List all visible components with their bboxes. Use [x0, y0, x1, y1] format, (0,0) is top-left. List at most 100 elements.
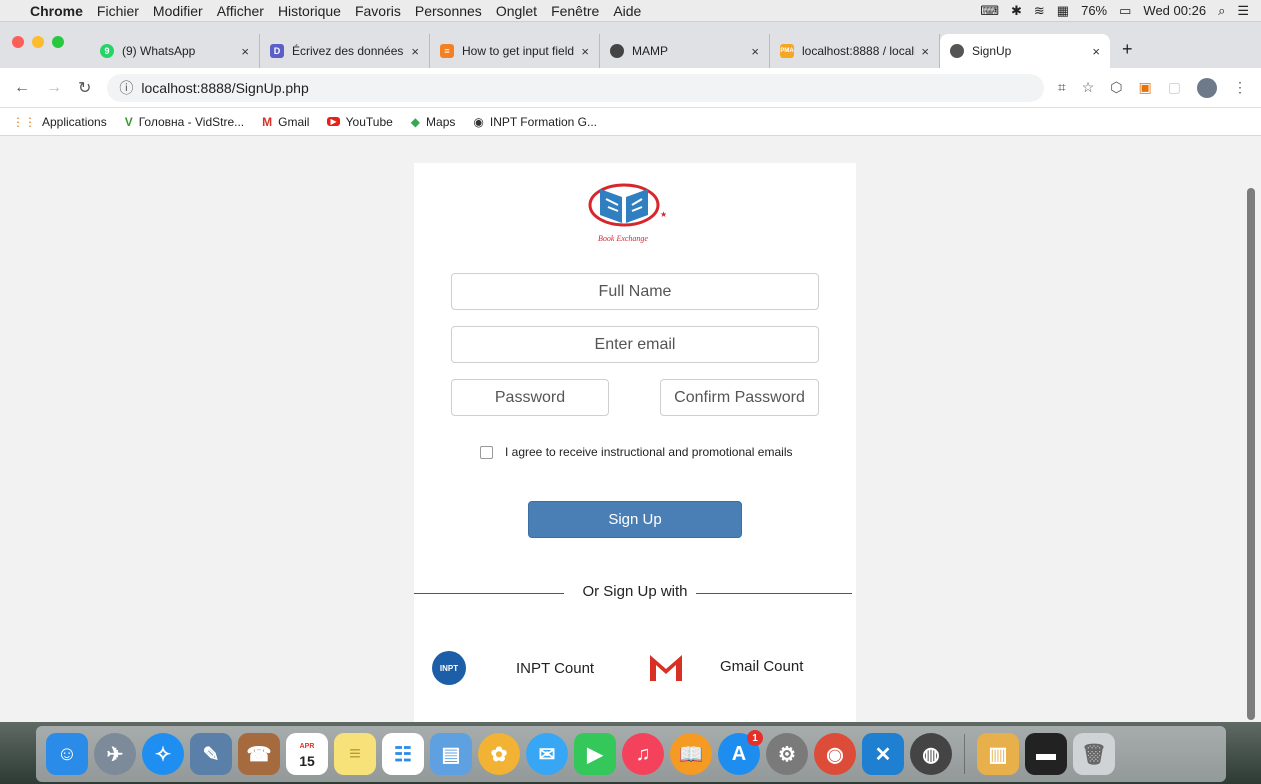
chrome-icon[interactable]: ◉ [814, 733, 856, 775]
bookmark-inpt[interactable]: ◉ INPT Formation G... [473, 115, 597, 129]
vscode-icon[interactable]: ✕ [862, 733, 904, 775]
terminal-icon[interactable]: ▬ [1025, 733, 1067, 775]
book-exchange-logo: ★ Book Exchange [588, 183, 666, 243]
bookmark-maps[interactable]: ◆ Maps [411, 115, 456, 129]
close-tab-icon[interactable]: × [411, 44, 419, 59]
tab-phpmyadmin[interactable]: PMA localhost:8888 / localh × [770, 34, 940, 68]
downloads-stack-icon[interactable]: ▥ [977, 733, 1019, 775]
input-source-icon[interactable]: ⌨ [980, 3, 999, 19]
menu-modifier[interactable]: Modifier [153, 3, 203, 19]
clock[interactable]: Wed 00:26 [1143, 3, 1206, 18]
bookmark-applications[interactable]: ⋮⋮ Applications [12, 115, 107, 129]
zoom-window-button[interactable] [52, 36, 64, 48]
tab-whatsapp[interactable]: 9 (9) WhatsApp × [90, 34, 260, 68]
menu-onglet[interactable]: Onglet [496, 3, 537, 19]
menu-fenetre[interactable]: Fenêtre [551, 3, 599, 19]
menu-favoris[interactable]: Favoris [355, 3, 401, 19]
facetime-icon[interactable]: ▶ [574, 733, 616, 775]
calendar-day: 15 [299, 753, 315, 769]
extension-grid-icon[interactable]: ▣ [1139, 79, 1152, 96]
browser-toolbar: ← → ↻ ⓘ localhost:8888/SignUp.php ⌗ ☆ ⬡ … [0, 68, 1261, 108]
mamp-icon [610, 44, 624, 58]
close-tab-icon[interactable]: × [581, 44, 589, 59]
close-tab-icon[interactable]: × [241, 44, 249, 59]
agree-label: I agree to receive instructional and pro… [505, 445, 793, 459]
minimize-window-button[interactable] [32, 36, 44, 48]
reminders-icon[interactable]: ☷ [382, 733, 424, 775]
bookmark-gmail[interactable]: M Gmail [262, 115, 309, 129]
address-bar[interactable]: ⓘ localhost:8888/SignUp.php [107, 73, 1044, 102]
tab-title: SignUp [972, 44, 1012, 58]
agree-row: I agree to receive instructional and pro… [480, 445, 792, 459]
menu-personnes[interactable]: Personnes [415, 3, 482, 19]
inpt-signup-option[interactable]: INPT INPT Count [432, 651, 594, 685]
profile-avatar[interactable] [1197, 77, 1217, 98]
stackoverflow-icon: ≡ [440, 44, 454, 58]
menu-aide[interactable]: Aide [613, 3, 641, 19]
battery-percent[interactable]: 76% [1081, 3, 1107, 18]
messages-icon[interactable]: ✉ [526, 733, 568, 775]
trash-icon[interactable]: 🗑 [1073, 733, 1115, 775]
ibooks-icon[interactable]: 📖 [670, 733, 712, 775]
back-arrow-icon[interactable]: ← [14, 79, 30, 97]
close-tab-icon[interactable]: × [921, 44, 929, 59]
apps-grid-icon: ⋮⋮ [12, 114, 36, 129]
new-tab-button[interactable]: + [1122, 39, 1133, 60]
bookmark-label: Maps [426, 114, 456, 129]
tab-stackoverflow[interactable]: ≡ How to get input field × [430, 34, 600, 68]
photo-preview-icon[interactable]: ✎ [190, 733, 232, 775]
wifi-icon[interactable]: ≋ [1034, 3, 1045, 19]
bookmark-youtube[interactable]: ▶ YouTube [327, 115, 393, 129]
info-icon[interactable]: ⓘ [119, 78, 133, 98]
inpt-label: INPT Count [516, 659, 595, 677]
signup-button[interactable]: Sign Up [528, 501, 742, 538]
full-name-input[interactable] [451, 273, 819, 310]
bookmark-star-icon[interactable]: ☆ [1082, 79, 1095, 96]
tab-signup[interactable]: SignUp × [940, 34, 1110, 68]
agree-checkbox[interactable] [480, 445, 493, 459]
launchpad-icon[interactable]: ✈ [94, 733, 136, 775]
photos-icon[interactable]: ✿ [478, 733, 520, 775]
menu-afficher[interactable]: Afficher [217, 3, 264, 19]
contacts-icon[interactable]: ☎ [238, 733, 280, 775]
close-window-button[interactable] [12, 36, 24, 48]
tab-title: (9) WhatsApp [122, 44, 196, 58]
url-text[interactable]: localhost:8888/SignUp.php [141, 80, 308, 96]
spotlight-search-icon[interactable]: ⌕ [1218, 3, 1225, 19]
menu-app-name[interactable]: Chrome [30, 3, 83, 19]
battery-icon[interactable]: ▭ [1119, 3, 1131, 19]
notification-center-icon[interactable]: ☰ [1237, 3, 1249, 19]
safari-icon[interactable]: ✧ [142, 733, 184, 775]
dock-separator [964, 734, 965, 774]
confirm-password-input[interactable] [660, 379, 819, 416]
chrome-menu-icon[interactable]: ⋮ [1233, 79, 1247, 96]
notes-icon[interactable]: ≡ [334, 733, 376, 775]
system-preferences-icon[interactable]: ⚙ [766, 733, 808, 775]
macos-menubar: Chrome Fichier Modifier Afficher Histori… [0, 0, 1261, 22]
translate-icon[interactable]: ⌗ [1058, 79, 1066, 96]
close-tab-icon[interactable]: × [751, 44, 759, 59]
finder-icon[interactable]: ☺ [46, 733, 88, 775]
reload-icon[interactable]: ↻ [78, 78, 91, 98]
password-input[interactable] [451, 379, 609, 416]
menu-historique[interactable]: Historique [278, 3, 341, 19]
tab-mamp[interactable]: MAMP × [600, 34, 770, 68]
keynote-icon[interactable]: ▤ [430, 733, 472, 775]
mamp-dock-icon[interactable]: ◍ [910, 733, 952, 775]
forward-arrow-icon[interactable]: → [46, 79, 62, 97]
calendar-icon[interactable]: APR 15 [286, 733, 328, 775]
menu-fichier[interactable]: Fichier [97, 3, 139, 19]
app-store-icon[interactable]: A 1 [718, 730, 763, 775]
email-input[interactable] [451, 326, 819, 363]
close-tab-icon[interactable]: × [1092, 44, 1100, 59]
gmail-signup-option[interactable]: Gmail Count [648, 651, 803, 681]
bluetooth-icon[interactable]: ✱ [1011, 3, 1022, 19]
extension-cube-icon[interactable]: ⬡ [1110, 79, 1122, 96]
bookmark-vidstream[interactable]: V Головна - VidStre... [125, 115, 244, 129]
extension-blank-icon[interactable]: ▢ [1168, 79, 1181, 96]
flag-icon[interactable]: ▦ [1057, 3, 1069, 19]
tab-title: How to get input field [462, 44, 575, 58]
tab-ecrivez[interactable]: D Écrivez des données × [260, 34, 430, 68]
page-scrollbar[interactable] [1247, 188, 1255, 720]
itunes-icon[interactable]: ♫ [622, 733, 664, 775]
